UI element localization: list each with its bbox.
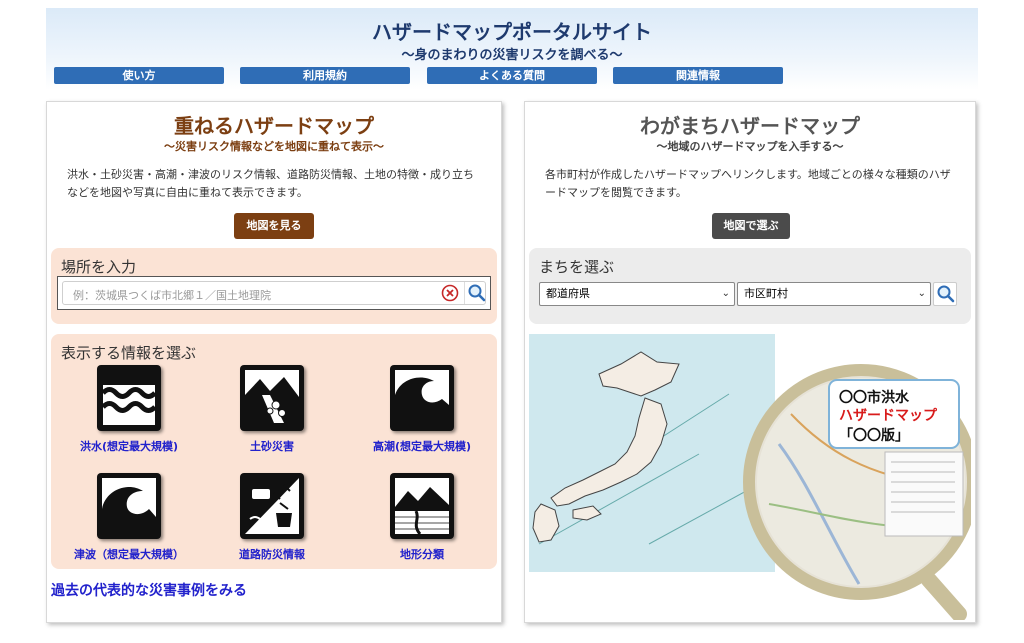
city-select[interactable]: 市区町村 ⌄ — [737, 282, 931, 306]
section-heading: 場所を入力 — [61, 258, 137, 276]
panel-description: 洪水・土砂災害・高潮・津波のリスク情報、道路防災情報、土地の特徴・成り立ちなどを… — [67, 168, 474, 199]
select-by-map-button[interactable]: 地図で選ぶ — [712, 213, 790, 239]
city-select-value: 市区町村 — [744, 287, 788, 300]
tsunami-label[interactable]: 津波（想定最大規模） — [59, 546, 199, 562]
overlay-hazard-map-panel: 重ねるハザードマップ 〜災害リスク情報などを地図に重ねて表示〜 洪水・土砂災害・… — [46, 101, 502, 623]
landslide-label[interactable]: 土砂災害 — [202, 438, 342, 454]
road-disaster-label[interactable]: 道路防災情報 — [202, 546, 342, 562]
search-icon[interactable] — [464, 282, 487, 304]
search-input[interactable]: 例：茨城県つくば市北郷１／国土地理院 — [62, 281, 486, 305]
storm-surge-label[interactable]: 高潮(想定最大規模) — [352, 438, 492, 454]
site-subtitle: 〜身のまわりの災害リスクを調べる〜 — [401, 48, 623, 63]
site-title: ハザードマップポータルサイト — [372, 20, 652, 44]
callout-line-1: 〇〇市洪水 — [839, 389, 910, 406]
flood-icon[interactable] — [97, 365, 161, 431]
callout-line-3: 「〇〇版」 — [839, 427, 909, 444]
road-disaster-icon[interactable] — [240, 473, 304, 539]
panel-description: 各市町村が作成したハザードマップへリンクします。地域ごとの様々な種類のハザードマ… — [545, 168, 951, 199]
local-hazard-map-panel: わがまちハザードマップ 〜地域のハザードマップを入手する〜 各市町村が作成したハ… — [524, 101, 979, 623]
chevron-down-icon: ⌄ — [917, 288, 926, 299]
japan-map-image[interactable]: 〇〇市洪水 ハザードマップ 「〇〇版」 — [529, 334, 979, 622]
town-select-section: まちを選ぶ 都道府県 ⌄ 市区町村 ⌄ — [529, 248, 971, 324]
search-icon[interactable] — [933, 282, 957, 306]
nav-faq-button[interactable]: よくある質問 — [427, 67, 597, 84]
chevron-down-icon: ⌄ — [721, 288, 730, 299]
nav-related-button[interactable]: 関連情報 — [613, 67, 783, 84]
info-select-section: 表示する情報を選ぶ 洪水(想定最大規模) 土砂災害 高潮(想定最大規模) 津波（… — [51, 334, 497, 569]
panel-subtitle: 〜地域のハザードマップを入手する〜 — [656, 140, 844, 153]
prefecture-select-value: 都道府県 — [546, 287, 590, 300]
panel-title: 重ねるハザードマップ — [174, 114, 374, 138]
past-disaster-cases-link[interactable]: 過去の代表的な災害事例をみる — [51, 580, 247, 600]
view-map-button[interactable]: 地図を見る — [234, 213, 314, 239]
section-heading: まちを選ぶ — [539, 258, 615, 276]
nav-terms-button[interactable]: 利用規約 — [240, 67, 410, 84]
landslide-icon[interactable] — [240, 365, 304, 431]
flood-label[interactable]: 洪水(想定最大規模) — [59, 438, 199, 454]
place-input-section: 場所を入力 例：茨城県つくば市北郷１／国土地理院 — [51, 248, 497, 324]
nav-howto-button[interactable]: 使い方 — [54, 67, 224, 84]
storm-surge-icon[interactable] — [390, 365, 454, 431]
landform-icon[interactable] — [390, 473, 454, 539]
section-heading: 表示する情報を選ぶ — [61, 344, 197, 362]
search-placeholder: 例：茨城県つくば市北郷１／国土地理院 — [73, 289, 271, 302]
landform-label[interactable]: 地形分類 — [352, 546, 492, 562]
prefecture-select[interactable]: 都道府県 ⌄ — [539, 282, 735, 306]
panel-title: わがまちハザードマップ — [640, 114, 860, 138]
panel-subtitle: 〜災害リスク情報などを地図に重ねて表示〜 — [164, 140, 384, 153]
callout-line-2: ハザードマップ — [839, 408, 938, 424]
search-box: 例：茨城県つくば市北郷１／国土地理院 — [57, 276, 491, 310]
clear-icon[interactable] — [441, 284, 459, 302]
tsunami-icon[interactable] — [97, 473, 161, 539]
